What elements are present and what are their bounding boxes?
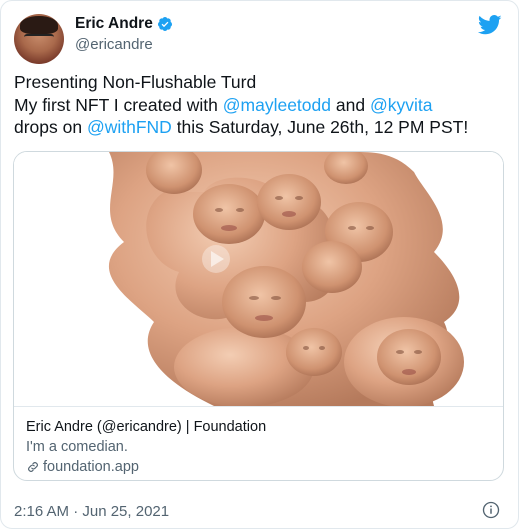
tweet-line-2-prefix: My first NFT I created with (14, 94, 223, 115)
card-image[interactable] (14, 152, 503, 407)
tweet-line-3-prefix: drops on (14, 117, 87, 137)
twitter-bird-icon[interactable] (478, 15, 502, 35)
card-domain[interactable]: foundation.app (26, 457, 491, 477)
avatar[interactable] (14, 14, 64, 64)
tweet-line-2: My first NFT I created with @mayleetodd … (14, 94, 509, 117)
mention-mayleetodd[interactable]: @mayleetodd (223, 95, 331, 115)
handle[interactable]: @ericandre (75, 36, 173, 53)
link-preview-card[interactable]: Eric Andre (@ericandre) | Foundation I'm… (13, 151, 504, 481)
tweet-text: Presenting Non-Flushable Turd My first N… (14, 71, 509, 139)
card-title[interactable]: Eric Andre (@ericandre) | Foundation (26, 418, 491, 437)
mention-kyvita[interactable]: @kyvita (370, 95, 433, 115)
verified-badge-icon (157, 17, 172, 31)
tweet-line-2-mid: and (331, 94, 370, 115)
mention-withfnd[interactable]: @withFND (87, 117, 172, 137)
nft-artwork-image (14, 152, 503, 406)
info-icon[interactable] (482, 501, 500, 519)
tweet-line-3-suffix: this Saturday, June 26th, 12 PM PST! (171, 117, 469, 137)
tweet-card[interactable]: Eric Andre @ericandre Presenting Non-Flu… (0, 0, 519, 529)
card-info[interactable]: Eric Andre (@ericandre) | Foundation I'm… (14, 407, 503, 477)
avatar-hair (20, 16, 58, 34)
avatar-glasses (24, 34, 54, 44)
tweet-line-1: Presenting Non-Flushable Turd (14, 72, 257, 92)
timestamp[interactable]: 2:16 AM · Jun 25, 2021 (14, 503, 169, 520)
card-description: I'm a comedian. (26, 439, 128, 455)
link-icon (28, 462, 38, 472)
author-block[interactable]: Eric Andre @ericandre (75, 15, 173, 53)
display-name[interactable]: Eric Andre (75, 15, 153, 33)
display-name-row[interactable]: Eric Andre (75, 15, 173, 33)
tweet-line-3: drops on @withFND this Saturday, June 26… (14, 116, 509, 139)
card-domain-text[interactable]: foundation.app (43, 457, 139, 477)
